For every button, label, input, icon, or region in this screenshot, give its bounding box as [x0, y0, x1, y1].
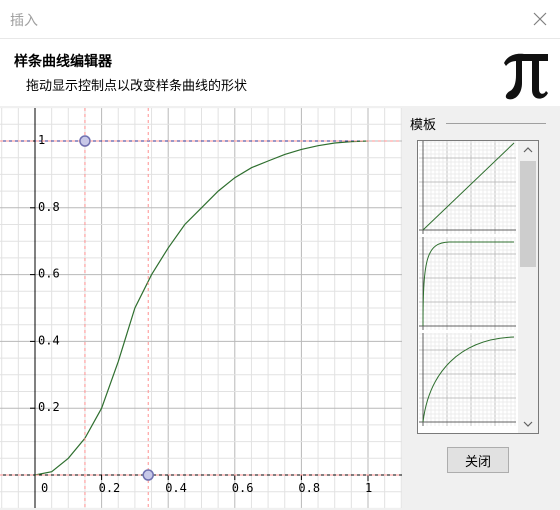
control-point[interactable]	[142, 469, 154, 481]
x-tick-label: 0.6	[232, 481, 254, 495]
y-tick-label: 0.6	[38, 267, 60, 281]
templates-label: 模板	[410, 118, 437, 133]
x-tick-label: 1	[365, 481, 372, 495]
chevron-up-icon[interactable]	[518, 141, 538, 159]
title-bar: 插入	[0, 0, 560, 39]
y-tick-label: 0.2	[38, 400, 60, 414]
y-tick-label: 0.8	[38, 200, 60, 214]
y-tick-label: 1	[38, 133, 45, 147]
close-button[interactable]: 关闭	[447, 447, 509, 473]
templates-separator	[446, 123, 546, 124]
x-tick-label: 0	[41, 481, 48, 495]
close-icon[interactable]	[520, 0, 560, 38]
template-list[interactable]	[417, 140, 539, 434]
pi-icon	[498, 43, 554, 103]
y-tick-label: 0.4	[38, 333, 60, 347]
editor-subtitle: 拖动显示控制点以改变样条曲线的形状	[26, 79, 248, 94]
template-ease-out[interactable]	[419, 333, 516, 426]
x-tick-label: 0.4	[165, 481, 187, 495]
scrollbar-thumb[interactable]	[520, 161, 536, 267]
template-ease-out-sharp[interactable]	[419, 237, 516, 330]
control-point[interactable]	[79, 135, 91, 147]
chevron-down-icon[interactable]	[518, 415, 538, 433]
x-tick-label: 0.8	[298, 481, 320, 495]
template-linear[interactable]	[419, 141, 516, 234]
x-tick-label: 0.2	[99, 481, 121, 495]
spline-plot[interactable]: 0 0.2 0.4 0.6 0.8 1 0.2 0.4 0.6 0.8 1	[0, 108, 402, 508]
template-scrollbar[interactable]	[518, 141, 538, 433]
dialog-header: 样条曲线编辑器 拖动显示控制点以改变样条曲线的形状	[0, 39, 560, 106]
editor-title: 样条曲线编辑器	[14, 54, 112, 70]
window-title: 插入	[10, 13, 38, 29]
